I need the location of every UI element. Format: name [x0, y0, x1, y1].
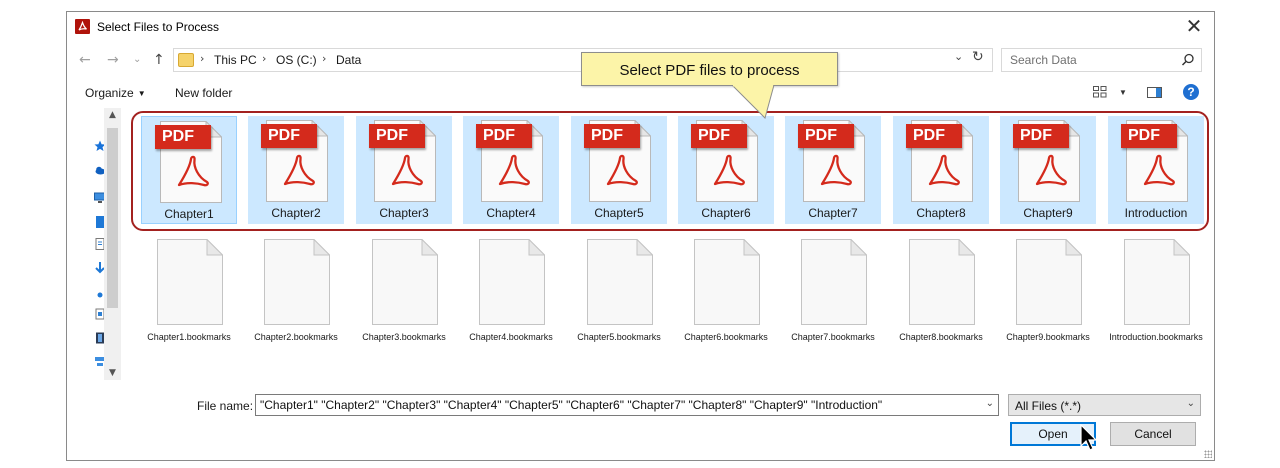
blank-document-icon [372, 239, 438, 325]
selection-highlight-frame [131, 111, 1209, 231]
caret-down-icon: ▼ [137, 89, 146, 98]
file-name-text: Chapter6.bookmarks [684, 332, 768, 342]
breadcrumb-this-pc[interactable]: This PC [214, 53, 257, 67]
file-type-value: All Files (*.*) [1015, 399, 1082, 413]
bookmark-file-item[interactable]: Chapter9.bookmarks [1000, 236, 1096, 344]
organize-menu[interactable]: Organize ▼ [85, 86, 146, 100]
window-title: Select Files to Process [97, 20, 220, 34]
blank-document-icon [1124, 239, 1190, 325]
callout-box: Select PDF files to process [581, 52, 838, 86]
file-name-text: Chapter1.bookmarks [147, 332, 231, 342]
forward-arrow-icon[interactable]: → [107, 50, 119, 70]
recent-locations-chevron-icon[interactable]: ⌄ [133, 50, 141, 70]
blank-document-icon [587, 239, 653, 325]
file-name-text: Chapter9.bookmarks [1006, 332, 1090, 342]
view-options-caret-icon[interactable]: ▼ [1119, 88, 1127, 97]
preview-pane-icon[interactable] [1147, 87, 1162, 98]
scroll-up-arrow-icon[interactable]: ▲ [104, 110, 121, 120]
callout-pointer [731, 85, 775, 119]
file-name-input[interactable] [256, 395, 976, 415]
file-name-text: Chapter2.bookmarks [254, 332, 338, 342]
file-type-chevron-icon: ⌄ [1186, 398, 1195, 409]
breadcrumb-os-c[interactable]: OS (C:) [276, 53, 317, 67]
search-icon[interactable] [1181, 53, 1195, 67]
new-folder-button[interactable]: New folder [175, 86, 232, 100]
blank-document-icon [909, 239, 975, 325]
bookmark-file-item[interactable]: Chapter7.bookmarks [785, 236, 881, 344]
file-name-text: Chapter4.bookmarks [469, 332, 553, 342]
breadcrumb-chevron-icon[interactable]: › [200, 52, 204, 65]
title-bar: Select Files to Process ✕ [67, 12, 1214, 42]
resize-grip[interactable] [1204, 450, 1212, 458]
breadcrumb-chevron-icon[interactable]: › [262, 52, 266, 65]
blank-document-icon [694, 239, 760, 325]
mouse-cursor-icon [1080, 424, 1098, 451]
blank-document-icon [264, 239, 330, 325]
file-name-text: Chapter3.bookmarks [362, 332, 446, 342]
search-box[interactable] [1001, 48, 1202, 72]
scroll-down-arrow-icon[interactable]: ▼ [104, 368, 121, 378]
file-name-dropdown-chevron-icon[interactable]: ⌄ [986, 398, 994, 409]
folder-icon [178, 53, 194, 67]
back-arrow-icon[interactable]: ← [79, 50, 91, 70]
blank-document-icon [801, 239, 867, 325]
file-name-label: File name: [197, 399, 254, 413]
file-dialog: Select Files to Process ✕ ← → ⌄ ↑ › This… [66, 11, 1215, 461]
breadcrumb-chevron-icon[interactable]: › [322, 52, 326, 65]
blank-document-icon [479, 239, 545, 325]
close-button[interactable]: ✕ [1180, 14, 1208, 40]
bookmark-file-item[interactable]: Chapter3.bookmarks [356, 236, 452, 344]
blank-document-icon [157, 239, 223, 325]
help-icon[interactable]: ? [1183, 84, 1199, 100]
bookmark-file-item[interactable]: Chapter6.bookmarks [678, 236, 774, 344]
bookmark-file-item[interactable]: Chapter2.bookmarks [248, 236, 344, 344]
nav-pane-scrollbar[interactable]: ▲ ▼ [104, 108, 121, 380]
address-dropdown-chevron-icon[interactable]: ⌄ [954, 50, 963, 63]
bookmark-file-item[interactable]: Chapter4.bookmarks [463, 236, 559, 344]
change-view-icon[interactable] [1093, 86, 1107, 98]
file-name-text: Introduction.bookmarks [1109, 332, 1203, 342]
cancel-button[interactable]: Cancel [1110, 422, 1196, 446]
bookmark-file-item[interactable]: Chapter1.bookmarks [141, 236, 237, 344]
callout-text: Select PDF files to process [619, 62, 800, 79]
bookmark-file-item[interactable]: Chapter8.bookmarks [893, 236, 989, 344]
up-arrow-icon[interactable]: ↑ [153, 50, 165, 70]
file-name-text: Chapter5.bookmarks [577, 332, 661, 342]
bookmark-file-item[interactable]: Introduction.bookmarks [1108, 236, 1204, 344]
organize-label: Organize [85, 86, 134, 100]
breadcrumb-data[interactable]: Data [336, 53, 361, 67]
file-type-select[interactable]: All Files (*.*) ⌄ [1008, 394, 1201, 416]
search-input[interactable] [1002, 49, 1172, 71]
acrobat-app-icon [75, 19, 90, 34]
file-name-field[interactable]: ⌄ [255, 394, 999, 416]
bookmark-file-item[interactable]: Chapter5.bookmarks [571, 236, 667, 344]
blank-document-icon [1016, 239, 1082, 325]
file-name-text: Chapter8.bookmarks [899, 332, 983, 342]
scroll-thumb[interactable] [107, 128, 118, 308]
file-name-text: Chapter7.bookmarks [791, 332, 875, 342]
refresh-icon[interactable]: ↻ [972, 49, 984, 65]
